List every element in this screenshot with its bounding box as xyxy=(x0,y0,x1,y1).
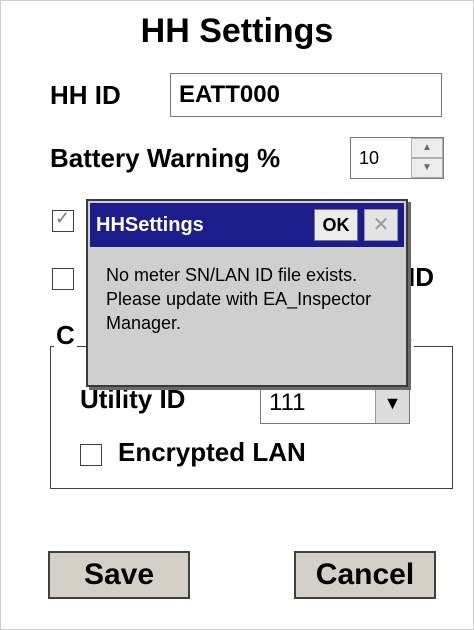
checkbox-option-2[interactable] xyxy=(52,268,74,290)
message-dialog: HHSettings OK ✕ No meter SN/LAN ID file … xyxy=(86,199,408,387)
chevron-down-icon[interactable]: ▼ xyxy=(375,383,409,423)
spin-up-button[interactable]: ▲ xyxy=(411,138,443,158)
checkmark-icon: ✓ xyxy=(55,208,71,228)
hh-id-label: HH ID xyxy=(50,80,121,110)
checkbox-option-2-label: ID xyxy=(408,262,434,292)
dialog-titlebar: HHSettings OK ✕ xyxy=(90,203,404,247)
encrypted-lan-label: Encrypted LAN xyxy=(118,437,306,467)
checkbox-option-1[interactable]: ✓ xyxy=(52,208,74,232)
dialog-ok-button[interactable]: OK xyxy=(314,209,358,241)
group-label-start: C xyxy=(54,320,77,351)
save-button[interactable]: Save xyxy=(48,551,190,599)
hh-id-input[interactable]: EATT000 xyxy=(170,73,442,117)
page-title: HH Settings xyxy=(140,12,334,50)
dialog-title: HHSettings xyxy=(96,214,204,236)
dialog-message: No meter SN/LAN ID file exists. Please u… xyxy=(106,265,372,333)
encrypted-lan-checkbox[interactable] xyxy=(80,444,102,466)
spin-down-button[interactable]: ▼ xyxy=(411,158,443,178)
battery-warning-label: Battery Warning % xyxy=(50,143,281,173)
cancel-button[interactable]: Cancel xyxy=(294,551,436,599)
utility-id-value: 111 xyxy=(269,389,306,416)
utility-id-select[interactable]: 111 ▼ xyxy=(260,382,410,424)
battery-warning-stepper[interactable]: 10 ▲ ▼ xyxy=(350,137,444,179)
battery-warning-value[interactable]: 10 xyxy=(359,138,379,178)
close-icon[interactable]: ✕ xyxy=(364,209,398,241)
utility-id-label: Utility ID xyxy=(80,384,186,414)
